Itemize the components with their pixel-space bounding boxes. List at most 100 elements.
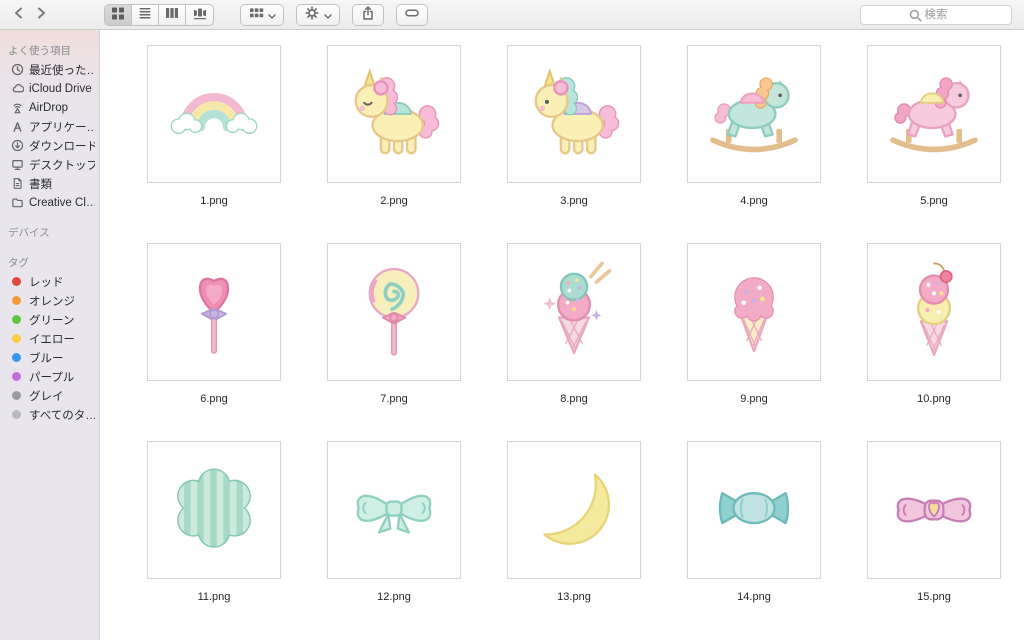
sidebar-item-label: レッド	[29, 276, 64, 289]
search-field[interactable]	[860, 4, 1012, 25]
forward-button[interactable]	[30, 4, 52, 26]
file-thumbnail-rocking-horse-teal[interactable]	[687, 45, 821, 183]
sidebar-item-downloads[interactable]: ダウンロード	[0, 136, 99, 155]
sidebar-item-label: すべてのタ…	[29, 409, 95, 422]
sidebar-item-label: グリーン	[29, 314, 75, 327]
file-item[interactable]: 3.png	[484, 45, 664, 243]
file-thumbnail-heart-lollipop[interactable]	[147, 243, 281, 381]
file-name[interactable]: 11.png	[198, 591, 231, 603]
file-item[interactable]: 6.png	[124, 243, 304, 441]
sidebar: よく使う項目最近使った… iCloud Drive AirDrop アプリケー… ダウン…	[0, 30, 100, 640]
sidebar-tag-item[interactable]: すべてのタ…	[0, 405, 99, 424]
sidebar-item-label: AirDrop	[29, 101, 68, 114]
tag-color-dot-icon	[12, 296, 21, 305]
file-thumbnail-icecream-double[interactable]	[507, 243, 641, 381]
sidebar-item-label: デスクトップ	[29, 159, 95, 172]
file-name[interactable]: 9.png	[740, 393, 768, 405]
sidebar-tag-item[interactable]: ブルー	[0, 348, 99, 367]
coverflow-view-button[interactable]	[186, 5, 213, 25]
file-name[interactable]: 7.png	[380, 393, 408, 405]
file-name[interactable]: 14.png	[737, 591, 771, 603]
file-name[interactable]: 13.png	[557, 591, 591, 603]
sidebar-section: タグ レッド オレンジ グリーン イエロー ブルー パープル グレイ すべてのタ…	[0, 250, 99, 424]
window-body: よく使う項目最近使った… iCloud Drive AirDrop アプリケー… ダウン…	[0, 30, 1024, 640]
file-name[interactable]: 3.png	[560, 195, 588, 207]
file-name[interactable]: 15.png	[917, 591, 951, 603]
airdrop-icon	[10, 101, 24, 115]
file-thumbnail-rainbow[interactable]	[147, 45, 281, 183]
sidebar-item-recents[interactable]: 最近使った…	[0, 60, 99, 79]
file-item[interactable]: 13.png	[484, 441, 664, 639]
sidebar-item-icloud[interactable]: iCloud Drive	[0, 79, 99, 98]
file-name[interactable]: 2.png	[380, 195, 408, 207]
file-name[interactable]: 8.png	[560, 393, 588, 405]
tag-button[interactable]	[396, 3, 428, 26]
sidebar-item-applications[interactable]: アプリケー…	[0, 117, 99, 136]
file-name[interactable]: 5.png	[920, 195, 948, 207]
icon-view-button[interactable]	[105, 4, 132, 25]
sidebar-tag-item[interactable]: イエロー	[0, 329, 99, 348]
sidebar-tag-item[interactable]: パープル	[0, 367, 99, 386]
share-button[interactable]	[352, 3, 384, 26]
file-name[interactable]: 6.png	[200, 393, 228, 405]
file-thumbnail-striped-flower[interactable]	[147, 441, 281, 579]
file-name[interactable]: 4.png	[740, 195, 768, 207]
file-thumbnail-bow-pink[interactable]	[867, 441, 1001, 579]
file-thumbnail-icecream-pink[interactable]	[687, 243, 821, 381]
file-item[interactable]: 9.png	[664, 243, 844, 441]
tag-color-dot-icon	[12, 410, 21, 419]
file-item[interactable]: 12.png	[304, 441, 484, 639]
tag-color-dot-icon	[12, 334, 21, 343]
tag-color-dot-icon	[12, 353, 21, 362]
sidebar-item-label: パープル	[29, 371, 75, 384]
gear-icon	[304, 5, 320, 24]
file-thumbnail-candy[interactable]	[687, 441, 821, 579]
sidebar-item-folder[interactable]: Creative Cl…	[0, 193, 99, 212]
sidebar-tag-item[interactable]: レッド	[0, 272, 99, 291]
file-thumbnail-unicorn-pink[interactable]	[327, 45, 461, 183]
sidebar-item-label: 書類	[29, 178, 52, 191]
file-name[interactable]: 12.png	[377, 591, 411, 603]
file-item[interactable]: 2.png	[304, 45, 484, 243]
file-name[interactable]: 1.png	[200, 195, 228, 207]
list-view-icon	[137, 5, 153, 24]
icon-view-icon	[110, 5, 126, 24]
action-menu-button[interactable]	[296, 3, 340, 26]
sidebar-section: デバイス	[0, 220, 99, 242]
file-item[interactable]: 4.png	[664, 45, 844, 243]
icloud-icon	[10, 82, 24, 96]
file-item[interactable]: 11.png	[124, 441, 304, 639]
file-item[interactable]: 7.png	[304, 243, 484, 441]
file-item[interactable]: 5.png	[844, 45, 1024, 243]
file-thumbnail-rocking-horse-pink[interactable]	[867, 45, 1001, 183]
file-item[interactable]: 1.png	[124, 45, 304, 243]
sidebar-item-airdrop[interactable]: AirDrop	[0, 98, 99, 117]
file-thumbnail-icecream-cherry[interactable]	[867, 243, 1001, 381]
search-input[interactable]	[861, 5, 1011, 24]
file-item[interactable]: 15.png	[844, 441, 1024, 639]
file-thumbnail-moon[interactable]	[507, 441, 641, 579]
chevron-right-icon	[33, 5, 49, 24]
tag-color-dot-icon	[12, 277, 21, 286]
file-thumbnail-swirl-lollipop[interactable]	[327, 243, 461, 381]
group-button[interactable]	[240, 3, 284, 26]
sidebar-tag-item[interactable]: グリーン	[0, 310, 99, 329]
list-view-button[interactable]	[132, 4, 159, 25]
column-view-button[interactable]	[159, 4, 186, 25]
file-thumbnail-unicorn-teal[interactable]	[507, 45, 641, 183]
file-item[interactable]: 8.png	[484, 243, 664, 441]
back-button[interactable]	[8, 4, 30, 26]
file-item[interactable]: 14.png	[664, 441, 844, 639]
sidebar-tag-item[interactable]: オレンジ	[0, 291, 99, 310]
caret-down-icon	[268, 7, 276, 22]
sidebar-section-title: よく使う項目	[8, 45, 71, 57]
sidebar-item-label: イエロー	[29, 333, 75, 346]
file-name[interactable]: 10.png	[917, 393, 951, 405]
content-area: 1.png 2.png 3.png 4.png 5.png 6.png 7.png 8.png…	[100, 30, 1024, 640]
sidebar-tag-item[interactable]: グレイ	[0, 386, 99, 405]
file-thumbnail-bow-mint[interactable]	[327, 441, 461, 579]
file-item[interactable]: 10.png	[844, 243, 1024, 441]
sidebar-item-documents[interactable]: 書類	[0, 174, 99, 193]
chevron-left-icon	[11, 5, 27, 24]
sidebar-item-desktop[interactable]: デスクトップ	[0, 155, 99, 174]
